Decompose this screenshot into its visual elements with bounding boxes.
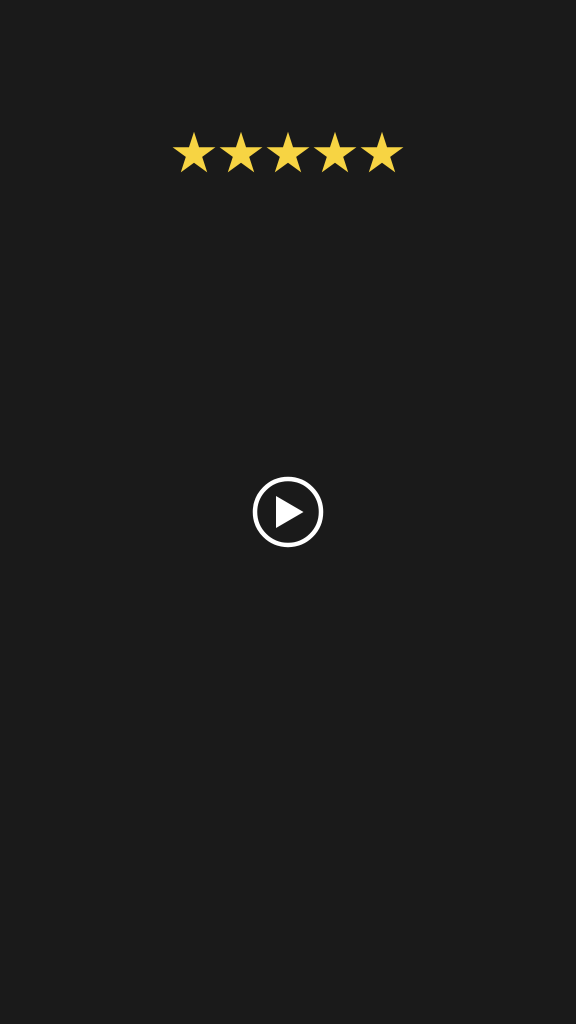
star-icon bbox=[360, 131, 404, 173]
play-circle-icon bbox=[252, 476, 324, 548]
star-rating bbox=[172, 130, 405, 175]
play-button[interactable] bbox=[252, 476, 324, 548]
star-icon bbox=[313, 131, 357, 173]
video-screen bbox=[0, 0, 576, 1024]
star-icon bbox=[266, 131, 310, 173]
star-icon bbox=[219, 131, 263, 173]
star-icon bbox=[172, 131, 216, 173]
